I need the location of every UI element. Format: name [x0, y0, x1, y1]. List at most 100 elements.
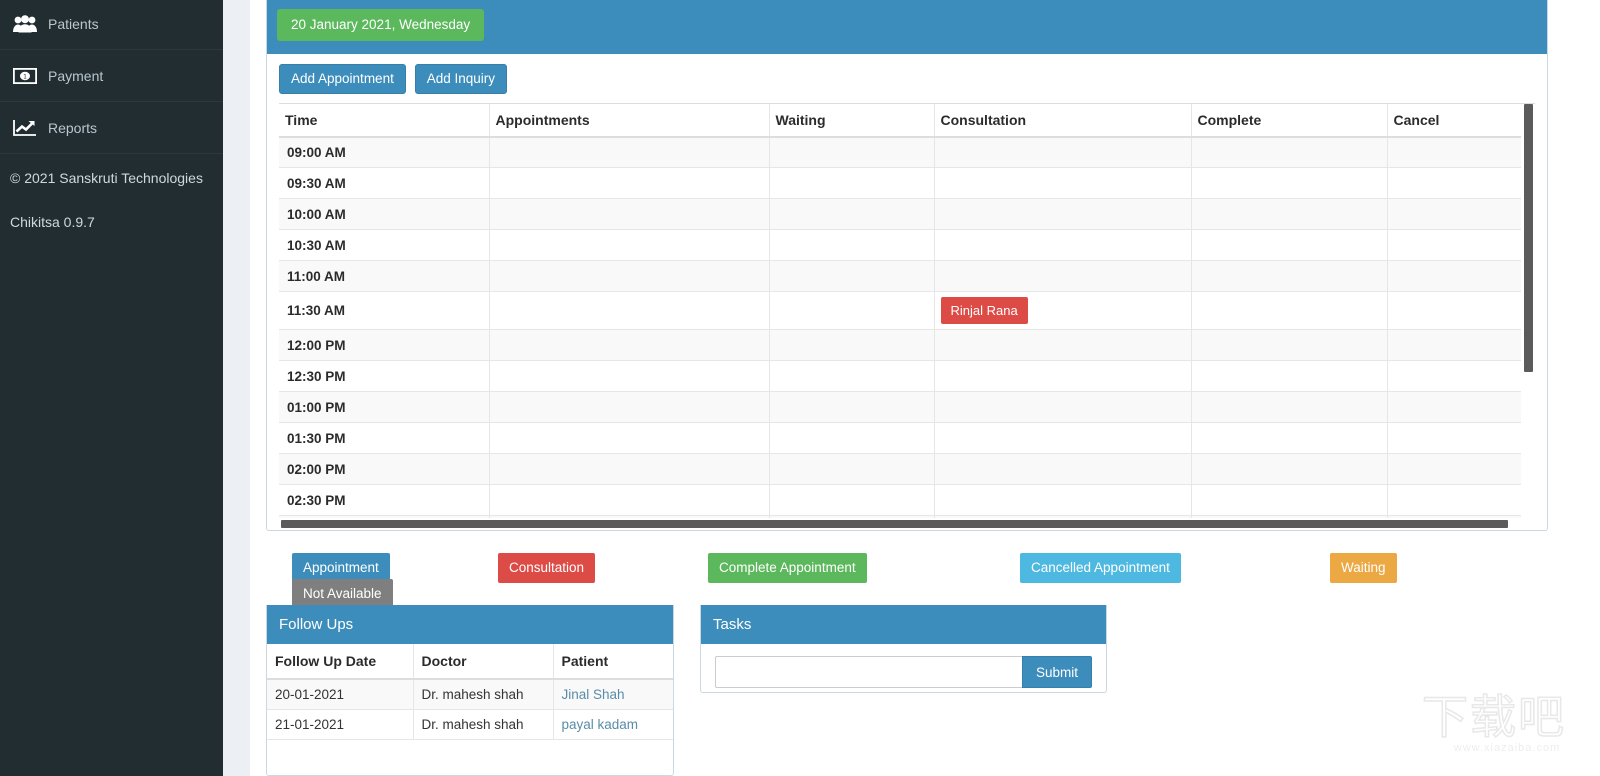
column-header-consultation[interactable]: Consultation: [934, 103, 1192, 138]
vertical-scrollbar-thumb[interactable]: [1524, 103, 1533, 372]
cell-appointments[interactable]: [489, 422, 770, 454]
cell-appointments[interactable]: [489, 391, 770, 423]
table-row: 10:30 AM: [279, 229, 1521, 261]
cell-consultation[interactable]: [934, 360, 1192, 392]
cell-followup-date: 20-01-2021: [267, 679, 414, 710]
cell-complete[interactable]: [1191, 329, 1388, 361]
cell-cancel[interactable]: [1387, 360, 1521, 392]
cell-cancel[interactable]: [1387, 198, 1521, 230]
legend-cancelled-appointment[interactable]: Cancelled Appointment: [1020, 553, 1181, 583]
tasks-panel-title: Tasks: [701, 605, 1106, 644]
cell-appointments[interactable]: [489, 260, 770, 292]
cell-waiting[interactable]: [769, 391, 935, 423]
cell-appointments[interactable]: [489, 484, 770, 516]
sidebar-item-payment[interactable]: 1 Payment: [0, 50, 223, 102]
cell-complete[interactable]: [1191, 360, 1388, 392]
task-submit-button[interactable]: Submit: [1021, 656, 1092, 688]
cell-complete[interactable]: [1191, 167, 1388, 199]
cell-complete[interactable]: [1191, 453, 1388, 485]
cell-cancel[interactable]: [1387, 260, 1521, 292]
cell-consultation[interactable]: [934, 198, 1192, 230]
appointments-toolbar: Add Appointment Add Inquiry: [279, 64, 1535, 94]
appointments-table-scroll[interactable]: Time Appointments Waiting Consultation C…: [279, 102, 1535, 518]
cell-waiting[interactable]: [769, 453, 935, 485]
legend-waiting[interactable]: Waiting: [1330, 553, 1397, 583]
cell-complete[interactable]: [1191, 260, 1388, 292]
cell-appointments[interactable]: [489, 329, 770, 361]
cell-appointments[interactable]: [489, 291, 770, 330]
add-appointment-button[interactable]: Add Appointment: [279, 64, 406, 94]
cell-waiting[interactable]: [769, 229, 935, 261]
cell-waiting[interactable]: [769, 198, 935, 230]
vertical-scrollbar[interactable]: [1524, 103, 1533, 518]
appointment-chip[interactable]: Rinjal Rana: [940, 297, 1028, 324]
cell-cancel[interactable]: [1387, 136, 1521, 168]
add-inquiry-button[interactable]: Add Inquiry: [414, 64, 508, 94]
cell-waiting[interactable]: [769, 136, 935, 168]
column-header-cancel[interactable]: Cancel: [1387, 103, 1521, 138]
cell-consultation[interactable]: [934, 136, 1192, 168]
cell-cancel[interactable]: [1387, 167, 1521, 199]
table-row: 11:00 AM: [279, 260, 1521, 292]
cell-waiting[interactable]: [769, 422, 935, 454]
cell-waiting[interactable]: [769, 260, 935, 292]
cell-consultation[interactable]: [934, 229, 1192, 261]
cell-waiting[interactable]: [769, 484, 935, 516]
patient-link[interactable]: Jinal Shah: [562, 687, 625, 702]
legend-consultation[interactable]: Consultation: [498, 553, 596, 583]
cell-consultation[interactable]: [934, 453, 1192, 485]
column-header-waiting[interactable]: Waiting: [769, 103, 935, 138]
column-header-time[interactable]: Time: [279, 103, 490, 138]
legend-complete-appointment[interactable]: Complete Appointment: [708, 553, 867, 583]
sidebar-item-patients[interactable]: Patients: [0, 0, 223, 50]
cell-cancel[interactable]: [1387, 422, 1521, 454]
cell-cancel[interactable]: [1387, 329, 1521, 361]
horizontal-scrollbar[interactable]: [279, 517, 1535, 530]
cell-time: 02:00 PM: [279, 453, 490, 485]
appointments-table: Time Appointments Waiting Consultation C…: [279, 103, 1521, 518]
appointments-panel-body: Add Appointment Add Inquiry Time Appoint…: [267, 54, 1547, 530]
patient-link[interactable]: payal kadam: [562, 717, 639, 732]
column-header-patient: Patient: [553, 644, 673, 680]
cell-complete[interactable]: [1191, 422, 1388, 454]
cell-time: 10:00 AM: [279, 198, 490, 230]
cell-waiting[interactable]: [769, 167, 935, 199]
cell-complete[interactable]: [1191, 136, 1388, 168]
column-header-appointments[interactable]: Appointments: [489, 103, 770, 138]
cell-consultation[interactable]: [934, 422, 1192, 454]
cell-consultation[interactable]: [934, 484, 1192, 516]
cell-complete[interactable]: [1191, 229, 1388, 261]
followups-panel-body: Follow Up Date Doctor Patient 20-01-2021…: [267, 644, 673, 740]
cell-consultation[interactable]: Rinjal Rana: [934, 291, 1192, 330]
cell-appointments[interactable]: [489, 198, 770, 230]
cell-appointments[interactable]: [489, 136, 770, 168]
cell-cancel[interactable]: [1387, 291, 1521, 330]
cell-appointments[interactable]: [489, 167, 770, 199]
cell-consultation[interactable]: [934, 260, 1192, 292]
cell-complete[interactable]: [1191, 484, 1388, 516]
cell-complete[interactable]: [1191, 198, 1388, 230]
sidebar-item-reports[interactable]: Reports: [0, 102, 223, 154]
cell-complete[interactable]: [1191, 391, 1388, 423]
followups-panel: Follow Ups Follow Up Date Doctor Patient…: [266, 605, 674, 776]
column-header-complete[interactable]: Complete: [1191, 103, 1388, 138]
cell-waiting[interactable]: [769, 291, 935, 330]
users-group-icon: [10, 14, 40, 33]
cell-consultation[interactable]: [934, 329, 1192, 361]
cell-appointments[interactable]: [489, 453, 770, 485]
task-input[interactable]: [715, 656, 1022, 688]
cell-consultation[interactable]: [934, 391, 1192, 423]
cell-cancel[interactable]: [1387, 453, 1521, 485]
date-badge[interactable]: 20 January 2021, Wednesday: [277, 9, 485, 41]
cell-cancel[interactable]: [1387, 229, 1521, 261]
cell-cancel[interactable]: [1387, 484, 1521, 516]
cell-appointments[interactable]: [489, 229, 770, 261]
cell-complete[interactable]: [1191, 291, 1388, 330]
cell-cancel[interactable]: [1387, 391, 1521, 423]
cell-appointments[interactable]: [489, 360, 770, 392]
cell-waiting[interactable]: [769, 329, 935, 361]
cell-waiting[interactable]: [769, 360, 935, 392]
cell-consultation[interactable]: [934, 167, 1192, 199]
cell-time: 12:30 PM: [279, 360, 490, 392]
horizontal-scrollbar-thumb[interactable]: [281, 519, 1508, 528]
